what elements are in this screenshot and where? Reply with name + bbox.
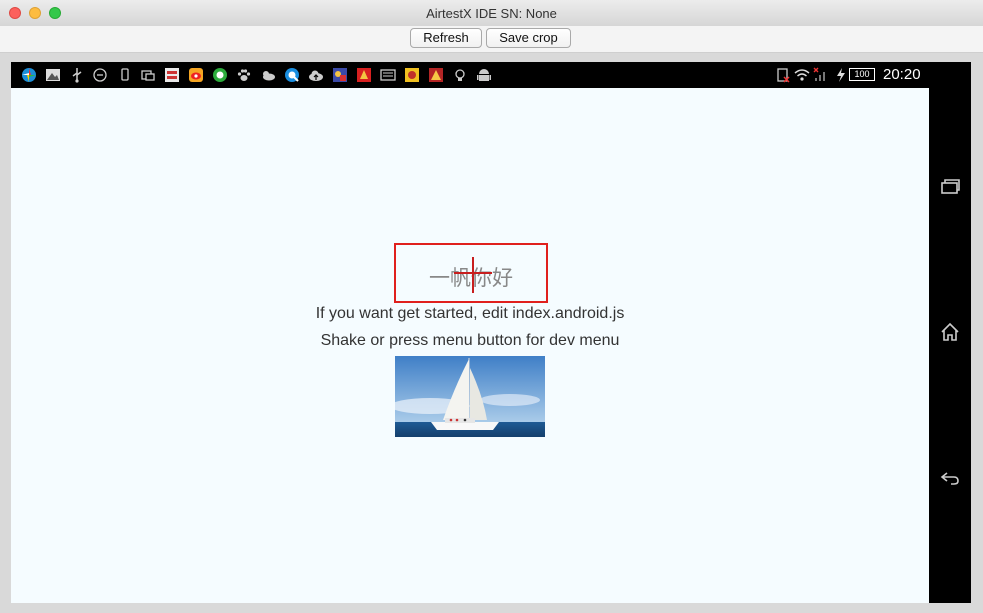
screen-icon [141, 70, 155, 81]
lightbulb-icon [455, 69, 465, 81]
phone-icon [121, 68, 129, 81]
title-bar: AirtestX IDE SN: None [0, 0, 983, 27]
usb-icon [72, 68, 82, 83]
wifi-icon [794, 69, 810, 81]
crosshair-horizontal [454, 272, 492, 274]
android-status-bar: 100 20:20 [11, 62, 929, 88]
refresh-button[interactable]: Refresh [410, 28, 482, 48]
status-clock: 20:20 [883, 66, 921, 83]
save-crop-button[interactable]: Save crop [486, 28, 571, 48]
crosshair-vertical [472, 257, 474, 293]
signal-icon [813, 67, 825, 81]
welcome-text: 一帆你好 [429, 267, 513, 290]
cloud-upload-icon [309, 70, 323, 81]
paw-icon [237, 69, 251, 81]
weather-icon [263, 71, 275, 81]
sailboat-photo [395, 356, 545, 437]
app-screen[interactable]: 一帆你好 If you want get started, edit index… [11, 88, 929, 603]
airtest-ide-window: AirtestX IDE SN: None Refresh Save crop [0, 0, 983, 613]
home-icon[interactable] [939, 321, 961, 343]
window-title: AirtestX IDE SN: None [426, 6, 557, 21]
recent-apps-icon[interactable] [939, 176, 961, 198]
back-icon[interactable] [939, 466, 961, 488]
news-app-icon [165, 68, 179, 82]
toolbar: Refresh Save crop [0, 26, 983, 53]
device-screen[interactable]: 100 20:20 一帆你好 If you want get started, … [11, 62, 971, 603]
android-nav-bar [929, 62, 971, 603]
android-icon [477, 69, 491, 81]
game-icon-4 [429, 68, 443, 82]
hotspot-icon [93, 68, 107, 82]
pinwheel-app-icon [22, 68, 36, 82]
game-icon-3 [405, 68, 419, 82]
instructions-text: If you want get started, edit index.andr… [315, 305, 625, 322]
weibo-icon [189, 68, 203, 82]
battery-icon: 100 [849, 68, 875, 81]
game-icon-2 [357, 68, 371, 82]
game-icon [333, 68, 347, 82]
dev-menu-hint-text: Shake or press menu button for dev menu [320, 332, 620, 349]
photo-app-icon [46, 69, 60, 81]
sim-icon [777, 68, 790, 83]
qq-browser-icon [285, 68, 299, 82]
wechat-icon [213, 68, 227, 82]
welcome-highlight-box[interactable]: 一帆你好 [394, 243, 548, 303]
charging-icon [837, 68, 845, 82]
keyboard-icon [380, 69, 396, 81]
